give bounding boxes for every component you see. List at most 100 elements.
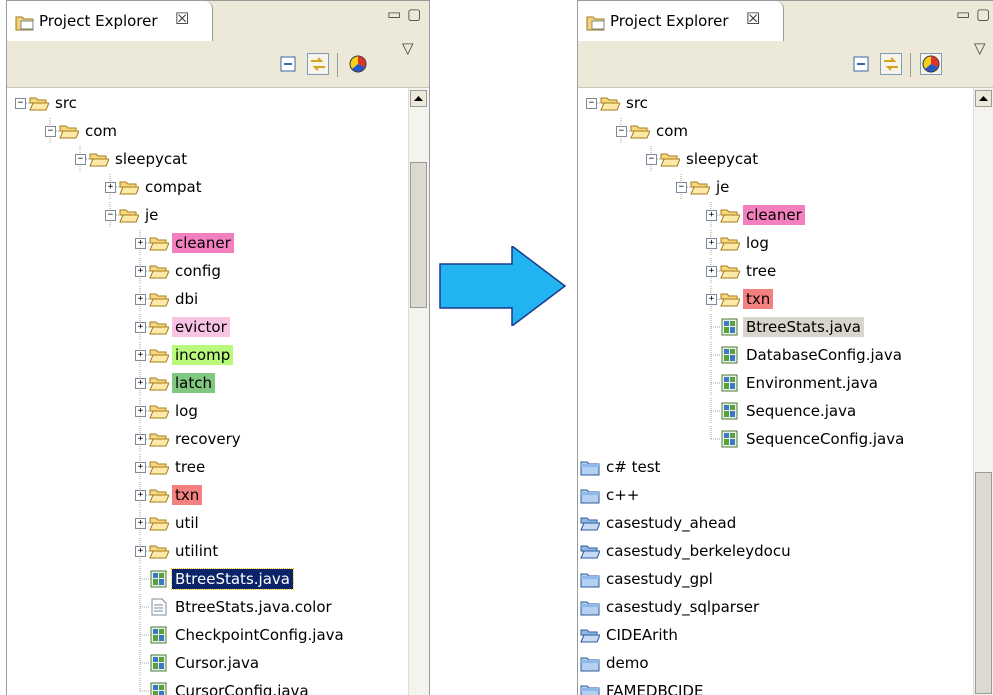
tab-project-explorer[interactable]: Project Explorer ☒ — [7, 1, 213, 41]
tree-row-je[interactable]: − je — [7, 202, 409, 228]
tree-row-util[interactable]: + util — [7, 510, 409, 536]
tree-row-recovery[interactable]: + recovery — [7, 426, 409, 452]
scroll-up-button[interactable] — [410, 90, 427, 107]
expand-icon[interactable]: + — [135, 266, 146, 277]
tree-item-label: BtreeStats.java.color — [175, 598, 332, 616]
collapse-all-button[interactable] — [850, 53, 872, 75]
tree-item-label: evictor — [172, 317, 230, 337]
tree-row-txn[interactable]: + txn — [7, 482, 409, 508]
link-editor-icon — [884, 57, 898, 71]
expand-icon[interactable]: + — [135, 322, 146, 333]
expand-icon[interactable]: + — [706, 266, 717, 277]
collapse-icon[interactable]: − — [586, 98, 597, 109]
tree-row-famedbcide[interactable]: FAMEDBCIDE — [578, 678, 974, 695]
tree-row-com[interactable]: − com — [7, 118, 409, 144]
expand-icon[interactable]: + — [135, 546, 146, 557]
project-explorer-icon — [586, 16, 605, 31]
tree-row-sequenceconfig-java[interactable]: SequenceConfig.java — [578, 426, 974, 452]
tree-row-casestudy-berkeleydocu[interactable]: casestudy_berkeleydocu — [578, 538, 974, 564]
tree-row-log[interactable]: + log — [578, 230, 974, 256]
color-filter-button[interactable] — [347, 53, 369, 75]
expand-icon[interactable]: + — [135, 294, 146, 305]
expand-icon[interactable]: + — [135, 350, 146, 361]
minimize-icon[interactable]: ▭ — [956, 5, 970, 23]
tree-row-je[interactable]: − je — [578, 174, 974, 200]
tree-row-btreestats-java[interactable]: BtreeStats.java — [578, 314, 974, 340]
tree-row-txn[interactable]: + txn — [578, 286, 974, 312]
collapse-icon[interactable]: − — [15, 98, 26, 109]
maximize-icon[interactable]: ▢ — [976, 5, 990, 23]
scroll-thumb[interactable] — [410, 161, 427, 308]
vertical-scrollbar[interactable] — [973, 88, 993, 695]
expand-icon[interactable]: + — [135, 462, 146, 473]
tree-row-compat[interactable]: + compat — [7, 174, 409, 200]
maximize-icon[interactable]: ▢ — [407, 5, 421, 23]
expand-icon[interactable]: + — [105, 182, 116, 193]
expand-icon[interactable]: + — [135, 406, 146, 417]
expand-icon[interactable]: + — [135, 378, 146, 389]
vertical-scrollbar[interactable] — [408, 88, 429, 695]
expand-icon[interactable]: + — [135, 238, 146, 249]
close-icon[interactable]: ☒ — [175, 9, 189, 28]
tree-row-sequence-java[interactable]: Sequence.java — [578, 398, 974, 424]
tree-row-dbi[interactable]: + dbi — [7, 286, 409, 312]
tree-item-label: sleepycat — [115, 150, 188, 168]
tree-row-c-test[interactable]: c# test — [578, 454, 974, 480]
tree-row-c-[interactable]: c++ — [578, 482, 974, 508]
tree-row-incomp[interactable]: + incomp — [7, 342, 409, 368]
tree-row-btreestats-java-color[interactable]: BtreeStats.java.color — [7, 594, 409, 620]
tab-project-explorer[interactable]: Project Explorer ☒ — [578, 1, 784, 41]
link-with-editor-button[interactable] — [307, 53, 329, 75]
scroll-thumb[interactable] — [975, 471, 992, 694]
tree-row-environment-java[interactable]: Environment.java — [578, 370, 974, 396]
expand-icon[interactable]: + — [135, 518, 146, 529]
color-filter-button[interactable] — [920, 53, 942, 75]
tree-row-btreestats-java[interactable]: BtreeStats.java — [7, 566, 409, 592]
scroll-up-button[interactable] — [975, 90, 992, 107]
tree-row-demo[interactable]: demo — [578, 650, 974, 676]
tree-row-utilint[interactable]: + utilint — [7, 538, 409, 564]
tree-row-com[interactable]: − com — [578, 118, 974, 144]
tree-row-latch[interactable]: + latch — [7, 370, 409, 396]
tree-row-config[interactable]: + config — [7, 258, 409, 284]
tree-row-cidearith[interactable]: CIDEArith — [578, 622, 974, 648]
tree-row-sleepycat[interactable]: − sleepycat — [578, 146, 974, 172]
tree-row-casestudy-sqlparser[interactable]: casestudy_sqlparser — [578, 594, 974, 620]
collapse-icon[interactable]: − — [105, 210, 116, 221]
view-menu-icon[interactable]: ▽ — [974, 39, 986, 57]
tree-row-evictor[interactable]: + evictor — [7, 314, 409, 340]
tree-row-sleepycat[interactable]: − sleepycat — [7, 146, 409, 172]
collapse-icon[interactable]: − — [75, 154, 86, 165]
tree-row-checkpointconfig-java[interactable]: CheckpointConfig.java — [7, 622, 409, 648]
collapse-icon[interactable]: − — [616, 126, 627, 137]
tree-item-label: c++ — [606, 486, 640, 504]
java-file-icon — [720, 318, 740, 336]
collapse-icon[interactable]: − — [676, 182, 687, 193]
expand-icon[interactable]: + — [135, 434, 146, 445]
collapse-all-button[interactable] — [277, 53, 299, 75]
tree-row-databaseconfig-java[interactable]: DatabaseConfig.java — [578, 342, 974, 368]
expand-icon[interactable]: + — [706, 210, 717, 221]
tree-row-log[interactable]: + log — [7, 398, 409, 424]
tree-row-src[interactable]: − src — [578, 90, 974, 116]
tree-row-cursor-java[interactable]: Cursor.java — [7, 650, 409, 676]
collapse-icon[interactable]: − — [646, 154, 657, 165]
tree-row-tree[interactable]: + tree — [7, 454, 409, 480]
tree-row-cleaner[interactable]: + cleaner — [7, 230, 409, 256]
collapse-icon[interactable]: − — [45, 126, 56, 137]
view-menu-icon[interactable]: ▽ — [402, 39, 414, 57]
tree-row-cleaner[interactable]: + cleaner — [578, 202, 974, 228]
link-with-editor-button[interactable] — [880, 53, 902, 75]
tree-row-casestudy-ahead[interactable]: casestudy_ahead — [578, 510, 974, 536]
tree-row-tree[interactable]: + tree — [578, 258, 974, 284]
expand-icon[interactable]: + — [706, 294, 717, 305]
expand-icon[interactable]: + — [135, 490, 146, 501]
tree-row-src[interactable]: − src — [7, 90, 409, 116]
minimize-icon[interactable]: ▭ — [387, 5, 401, 23]
expand-icon[interactable]: + — [706, 238, 717, 249]
tree-row-casestudy-gpl[interactable]: casestudy_gpl — [578, 566, 974, 592]
tree-item-label: cleaner — [743, 205, 805, 225]
tree-row-cursorconfig-java[interactable]: CursorConfig.java — [7, 678, 409, 695]
tree-item-label: tree — [746, 262, 777, 280]
close-icon[interactable]: ☒ — [746, 9, 760, 28]
